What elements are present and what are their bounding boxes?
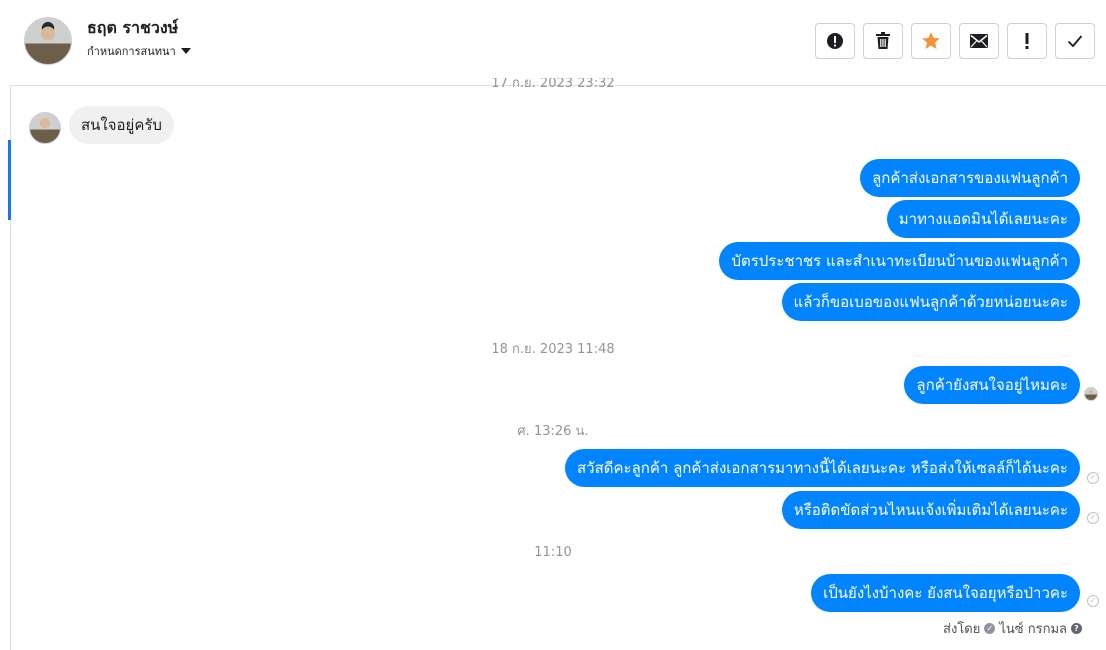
sent-by-label: ส่งโดย [943,622,981,637]
outgoing-message: แล้วก็ขอเบอของแฟนลูกค้าด้วยหน่อยนะคะ [781,283,1080,321]
help-icon[interactable]: ? [1071,623,1082,634]
star-button[interactable] [911,23,951,59]
conversation-settings-label: กำหนดการสนทนา [87,45,176,58]
message-timestamp: 17 ก.ย. 2023 23:32 [491,78,615,91]
message-timestamp: 18 ก.ย. 2023 11:48 [491,342,615,357]
delivered-check-icon: ✓ [1087,512,1099,524]
sent-by-line: ส่งโดย ✓ ไนซ์ กรกมล ? [943,618,1082,639]
message-timestamp: ศ. 13:26 น. [517,424,589,439]
outgoing-message: ลูกค้าส่งเอกสารของแฟนลูกค้า [860,159,1080,197]
message-timestamp: 11:10 [534,545,572,560]
verified-icon: ✓ [984,623,996,634]
trash-icon [876,32,890,49]
conversation-header: ธฤต ราชวงษ์ กำหนดการสนทนา [10,0,1106,86]
star-icon [922,32,940,49]
check-icon [1067,35,1083,48]
conversation-settings-dropdown[interactable]: กำหนดการสนทนา [87,42,191,60]
outgoing-message: มาทางแอดมินได้เลยนะคะ [886,200,1080,238]
envelope-icon [970,34,988,48]
conversation-toolbar [815,23,1095,59]
mark-done-button[interactable] [1055,23,1095,59]
follow-up-button[interactable] [1007,23,1047,59]
contact-avatar[interactable] [24,17,72,65]
contact-name[interactable]: ธฤต ราชวงษ์ [87,16,178,41]
exclamation-icon [1025,33,1029,49]
outgoing-message: เป็นยังไงบ้างคะ ยังสนใจอยุหรือป่าวคะ [811,574,1080,612]
sender-avatar [29,112,61,144]
delete-button[interactable] [863,23,903,59]
seen-avatar [1084,387,1098,401]
outgoing-message: สวัสดีคะลูกค้า ลูกค้าส่งเอกสารมาทางนี้ได… [565,449,1080,487]
incoming-message: สนใจอยู่ครับ [69,106,174,144]
exclamation-circle-icon [827,33,843,49]
outgoing-message: หรือติดขัดส่วนไหนแจ้งเพิ่มเติมได้เลยนะคะ [781,491,1080,529]
spam-button[interactable] [815,23,855,59]
delivered-check-icon: ✓ [1087,472,1099,484]
active-conversation-marker [8,140,11,220]
outgoing-message: บัตรประชาชร และสำเนาทะเบียนบ้านของแฟนลูก… [719,242,1080,280]
caret-down-icon [180,48,191,54]
mark-unread-button[interactable] [959,23,999,59]
delivered-check-icon: ✓ [1087,595,1099,607]
outgoing-message: ลูกค้ายังสนใจอยู่ไหมคะ [904,366,1080,404]
sender-name[interactable]: ไนซ์ กรกมล [999,618,1067,639]
